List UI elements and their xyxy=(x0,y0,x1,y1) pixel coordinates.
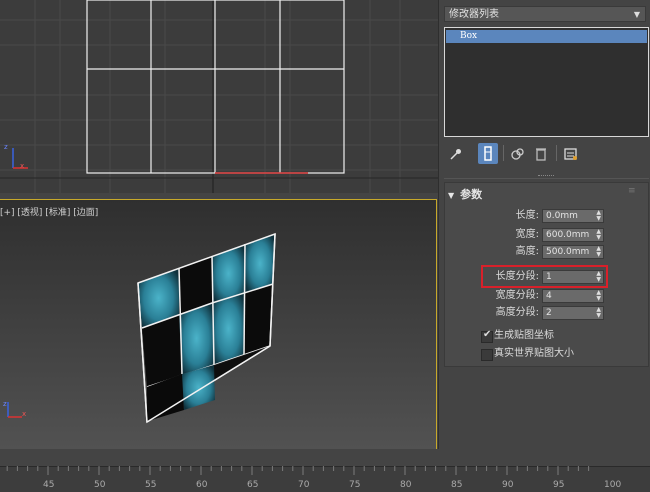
perspective-scene xyxy=(7,232,276,424)
real-world-size-label: 真实世界贴图大小 xyxy=(494,348,574,359)
box-wireframe-top[interactable] xyxy=(86,0,345,174)
spinner-arrows-icon[interactable]: ▲ ▼ xyxy=(596,246,601,258)
modifier-list-dropdown[interactable]: 修改器列表 ▼ xyxy=(444,6,646,22)
width-segs-value: 4 xyxy=(546,291,552,301)
timeline-tick-label: 90 xyxy=(502,480,514,490)
remove-modifier-icon[interactable] xyxy=(533,146,549,162)
make-unique-icon[interactable] xyxy=(510,146,526,162)
height-label: 高度: xyxy=(515,246,539,257)
timeline-tick-label: 85 xyxy=(451,480,463,490)
show-end-result-icon xyxy=(484,146,492,161)
dropdown-arrow-icon: ▼ xyxy=(633,10,640,19)
top-axis-x: x xyxy=(20,162,25,170)
perspective-viewport[interactable]: [+] [透视] [标准] [边面] z x xyxy=(0,199,437,451)
length-segs-spinner[interactable]: 1 ▲ ▼ xyxy=(542,270,604,284)
top-viewport[interactable]: z x xyxy=(0,0,438,193)
height-segs-value: 2 xyxy=(546,308,552,318)
modifier-stack[interactable]: Box xyxy=(444,27,649,137)
modifier-list-label: 修改器列表 xyxy=(449,9,499,20)
real-world-size-checkbox[interactable] xyxy=(481,349,493,361)
width-segs-label: 宽度分段: xyxy=(495,290,539,301)
height-segs-label: 高度分段: xyxy=(495,307,539,318)
timeline-tick-label: 65 xyxy=(247,480,259,490)
show-end-result-button[interactable] xyxy=(478,143,498,164)
generate-mapping-checkbox[interactable]: ✔ xyxy=(481,329,493,343)
viewport-label-menu[interactable]: [+] [透视] [标准] [边面] xyxy=(0,205,98,218)
toolbar-separator xyxy=(503,145,504,161)
width-spinner[interactable]: 600.0mm ▲ ▼ xyxy=(542,228,604,242)
length-segs-value: 1 xyxy=(546,272,552,282)
timeline-tick-label: 55 xyxy=(145,480,157,490)
timeline-tick-label: 75 xyxy=(349,480,361,490)
timeline-tick-label: 95 xyxy=(553,480,565,490)
generate-mapping-label: 生成贴图坐标 xyxy=(494,330,554,341)
collapse-triangle-icon: ▼ xyxy=(448,191,455,200)
width-value: 600.0mm xyxy=(546,230,590,240)
height-spinner[interactable]: 500.0mm ▲ ▼ xyxy=(542,245,604,259)
length-spinner[interactable]: 0.0mm ▲ ▼ xyxy=(542,209,604,223)
perspective-axis-gizmo xyxy=(7,402,22,418)
top-axis-gizmo xyxy=(12,148,28,169)
spinner-arrows-icon[interactable]: ▲ ▼ xyxy=(596,271,601,283)
configure-modifier-sets-icon[interactable] xyxy=(563,146,579,162)
parameters-title: 参数 xyxy=(460,188,483,201)
length-value: 0.0mm xyxy=(546,211,578,221)
length-label: 长度: xyxy=(515,210,539,221)
pin-stack-icon[interactable] xyxy=(448,146,464,162)
spinner-arrows-icon[interactable]: ▲ ▼ xyxy=(596,290,601,302)
checkmark-icon: ✔ xyxy=(483,329,492,340)
timeline-tick-label: 70 xyxy=(298,480,310,490)
timeline-tick-label: 60 xyxy=(196,480,208,490)
persp-axis-x: x xyxy=(22,410,27,418)
height-value: 500.0mm xyxy=(546,247,590,257)
toolbar-separator-2 xyxy=(556,145,557,161)
viewport-bottom-bar xyxy=(0,449,650,466)
stack-item-box[interactable]: Box xyxy=(446,30,647,43)
spinner-arrows-icon[interactable]: ▲ ▼ xyxy=(596,210,601,222)
top-viewport-grid xyxy=(0,0,438,193)
timeline-tick-label: 100 xyxy=(604,480,622,490)
top-axis-z: z xyxy=(4,143,8,151)
width-label: 宽度: xyxy=(515,229,539,240)
timeline-tick-label: 80 xyxy=(400,480,412,490)
length-segs-label: 长度分段: xyxy=(495,271,539,282)
textured-panel[interactable] xyxy=(137,232,276,424)
persp-axis-z: z xyxy=(3,400,7,408)
spinner-arrows-icon[interactable]: ▲ ▼ xyxy=(596,307,601,319)
width-segs-spinner[interactable]: 4 ▲ ▼ xyxy=(542,289,604,303)
rollout-menu-icon[interactable]: ≡ xyxy=(628,186,636,196)
panel-resize-handle[interactable] xyxy=(538,175,554,180)
timeline-tick-label: 45 xyxy=(43,480,55,490)
timeline-tick-label: 50 xyxy=(94,480,106,490)
height-segs-spinner[interactable]: 2 ▲ ▼ xyxy=(542,306,604,320)
parameters-rollout-header[interactable]: ▼ 参数 xyxy=(448,186,482,202)
spinner-arrows-icon[interactable]: ▲ ▼ xyxy=(596,229,601,241)
